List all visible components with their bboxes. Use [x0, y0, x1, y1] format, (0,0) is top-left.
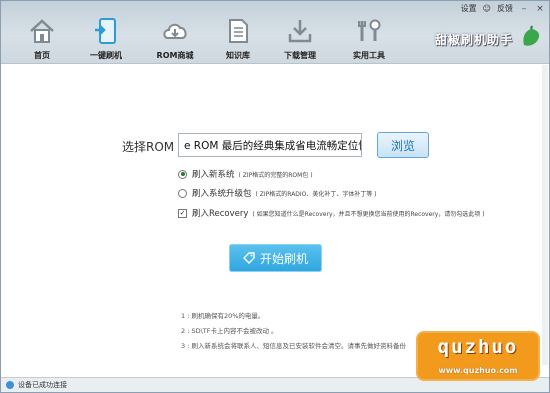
nav-knowledge-base-label: 知识库: [226, 51, 250, 60]
select-rom-label: 选择ROM: [122, 140, 175, 154]
start-flash-label: 开始刷机: [259, 251, 308, 266]
brand-name: 甜椒刷机助手: [434, 33, 513, 47]
pepper-logo-icon: [523, 25, 540, 46]
option-recovery[interactable]: ✓ 刷入Recovery ( 如果您知道什么是Recovery，并且不想更换您当…: [178, 207, 485, 219]
nav-knowledge-base[interactable]: 知识库: [210, 17, 266, 61]
tip-item: 1 : 刷机确保有20%的电量。: [181, 312, 265, 320]
nav-download-manager[interactable]: 下载管理: [272, 17, 328, 61]
home-icon: [30, 19, 54, 43]
tip-item: 3 : 刷入新系统会将联系人、短信息及已安装软件会清空。请事先做好资料备份: [181, 342, 406, 350]
nav-home[interactable]: 首页: [14, 17, 70, 61]
recovery-note: ( 如果您知道什么是Recovery，并且不想更换您当前使用的Recovery，…: [252, 210, 485, 218]
upgrade-package-radio[interactable]: [178, 188, 187, 198]
minimize-button[interactable]: –: [519, 4, 529, 14]
new-system-note: ( ZIP格式的完整的ROM包 ): [238, 171, 313, 179]
watermark-text: quzhuo: [437, 336, 519, 358]
top-toolbar: 设置 ☺ 反馈 – × 首页 一键刷机 ROM商城 知识库 下载管理 实用工具 …: [1, 1, 549, 64]
scrollbar[interactable]: [542, 65, 548, 365]
nav-tools[interactable]: 实用工具: [341, 17, 397, 61]
nav-one-key-flash-label: 一键刷机: [90, 51, 122, 60]
cloud-download-icon: [163, 23, 187, 39]
nav-rom-store-label: ROM商城: [156, 51, 194, 60]
nav-one-key-flash[interactable]: 一键刷机: [78, 17, 134, 61]
document-icon: [229, 19, 248, 43]
rom-path-field[interactable]: e ROM 最后的经典集成省电流畅定位快.zip: [178, 133, 362, 157]
start-flash-button[interactable]: 开始刷机: [229, 244, 322, 272]
flash-phone-icon: [95, 18, 116, 44]
window-controls: 设置 ☺ 反馈 – ×: [461, 3, 545, 14]
recovery-checkbox[interactable]: ✓: [178, 208, 187, 218]
download-icon: [288, 20, 312, 43]
status-bar: 设备已成功连接: [1, 377, 549, 392]
new-system-label: 刷入新系统: [192, 170, 235, 180]
tips-list: 1 : 刷机确保有20%的电量。 2 : SD\TF卡上内容不会被改动 。 3 …: [181, 309, 406, 354]
watermark-url: www.quzhuo.com: [438, 366, 518, 375]
nav-tools-label: 实用工具: [353, 51, 385, 60]
feedback-link[interactable]: 反馈: [497, 3, 513, 14]
close-button[interactable]: ×: [535, 4, 545, 14]
nav-rom-store[interactable]: ROM商城: [147, 17, 203, 61]
nav-home-label: 首页: [34, 51, 50, 60]
option-new-system[interactable]: 刷入新系统 ( ZIP格式的完整的ROM包 ): [178, 168, 313, 180]
feedback-icon: ☺: [482, 4, 491, 13]
nav-download-manager-label: 下载管理: [284, 51, 316, 60]
recovery-label: 刷入Recovery: [192, 209, 249, 219]
tools-icon: [358, 19, 381, 41]
option-upgrade-package[interactable]: 刷入系统升级包 ( ZIP格式的RADIO、美化补丁、字体补丁等 ): [178, 187, 377, 199]
settings-link[interactable]: 设置: [461, 3, 477, 14]
flash-tag-icon: [242, 252, 255, 264]
app-window: 设置 ☺ 反馈 – × 首页 一键刷机 ROM商城 知识库 下载管理 实用工具 …: [0, 0, 550, 393]
browse-button[interactable]: 浏览: [377, 132, 429, 158]
tip-item: 2 : SD\TF卡上内容不会被改动 。: [181, 327, 278, 335]
status-text: 设备已成功连接: [18, 381, 67, 389]
new-system-radio[interactable]: [178, 169, 187, 179]
watermark-logo: quzhuo www.quzhuo.com: [418, 333, 538, 379]
upgrade-package-label: 刷入系统升级包: [192, 189, 252, 199]
connected-icon: [6, 381, 14, 389]
upgrade-package-note: ( ZIP格式的RADIO、美化补丁、字体补丁等 ): [255, 190, 377, 198]
